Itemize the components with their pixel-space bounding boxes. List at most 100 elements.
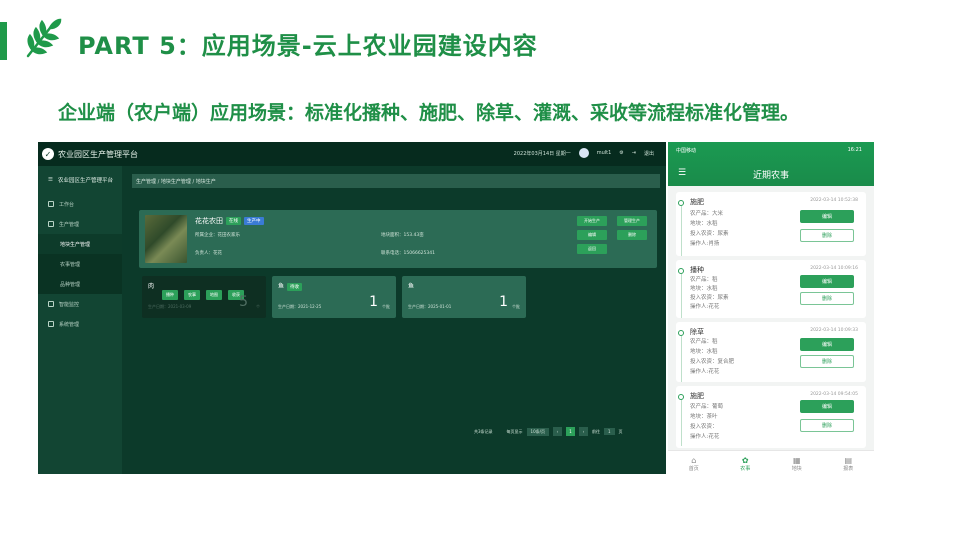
delete-button[interactable]: 删除 [800,355,854,368]
sidebar-item-production[interactable]: 生产管理 [38,214,122,234]
desktop-header: ✓ 农业园区生产管理平台 2022年03月14日 星期一 mult1 ⚙ ⇥ 退… [38,142,666,166]
per-page-label: 每页显示 [506,428,523,434]
crop-title: 鱼 [408,283,415,290]
sidebar-item-system[interactable]: 系统管理 [38,314,122,334]
record-operator: 操作人:花花 [690,369,720,375]
user-icon [48,321,54,327]
bottom-nav: ⌂ 首页 ✿ 农事 ▦ 地块 ▤ 报表 [668,450,874,476]
delete-button[interactable]: 删除 [617,230,647,240]
record-input: 投入农资： [690,424,718,430]
crop-card[interactable]: 鱼 生产日期：2025-01-01 1 个批 [402,276,526,318]
delete-button[interactable]: 删除 [800,229,854,242]
farming-record: 播种 2022-03-14 10:09:16 农产品：稻 地块：水稻 投入农资：… [676,260,866,318]
workbench-icon [48,201,54,207]
crop-date: 生产日期：2021-03-09 [148,304,192,309]
farm-card: 花花农田 在线 生产中 所属企业：花田农家乐 地块面积：153.43亩 负责人：花花… [139,210,657,268]
username[interactable]: mult1 [597,150,612,156]
crop-title: 鱼 [278,283,285,290]
record-name: 播种 [690,266,704,274]
sidebar-item-variety[interactable]: 品种管理 [38,274,122,294]
crop-title: 肉 [148,283,155,290]
sidebar-item-plot-production[interactable]: 地块生产管理 [38,234,122,254]
edit-button[interactable]: 编辑 [800,338,854,351]
nav-plot[interactable]: ▦ 地块 [792,456,802,472]
record-time: 2022-03-14 09:54:05 [810,392,858,397]
per-page-select[interactable]: 10条/页 [526,427,549,436]
grid-icon: ▦ [792,455,801,465]
record-name: 施肥 [690,198,704,206]
platform-logo-icon: ✓ [42,148,54,160]
breadcrumb: 生产管理 / 地块生产管理 / 地块生产 [132,174,660,188]
sidebar: ☰ 农业园区生产管理平台 工作台 生产管理 地块生产管理 农事管理 品种管理 智能… [38,166,122,474]
record-input: 投入农资：尿素 [690,295,729,301]
map-button[interactable]: 地图 [206,290,222,300]
nav-farming[interactable]: ✿ 农事 [740,456,750,472]
record-crop: 农产品：大米 [690,211,724,217]
avatar[interactable] [578,148,589,158]
goto-input[interactable]: 1 [603,428,615,435]
pagination: 共3条记录 每页显示 10条/页 ‹ 1 › 前往 1 页 [474,427,623,436]
edit-button[interactable]: 编辑 [577,230,607,240]
record-name: 除草 [690,328,704,336]
status-bar: 中国移动 16:21 [676,147,862,154]
crop-count: 5 [239,294,248,310]
farm-image [145,215,187,263]
record-name: 施肥 [690,392,704,400]
sidebar-item-farming[interactable]: 农事管理 [38,254,122,274]
crop-unit: 个 [256,304,260,309]
accent-bar [0,22,7,60]
farming-record: 除草 2022-03-14 10:09:33 农产品：稻 地块：水稻 投入农资：… [676,322,866,382]
production-badge: 生产中 [244,217,264,225]
manage-production-button[interactable]: 管理生产 [617,216,647,226]
nav-home[interactable]: ⌂ 首页 [689,456,699,472]
sidebar-item-monitor[interactable]: 智能监控 [38,294,122,314]
page-suffix: 页 [618,428,623,434]
total-records: 共3条记录 [474,428,493,434]
logout-link[interactable]: 退出 [644,150,654,157]
main-content: 生产管理 / 地块生产管理 / 地块生产 花花农田 在线 生产中 所属企业：花田农家… [132,174,660,468]
delete-button[interactable]: 删除 [800,419,854,432]
record-crop: 农产品：稻 [690,277,718,283]
slide-subtitle: 企业端（农户端）应用场景：标准化播种、施肥、除草、灌溉、采收等流程标准化管理。 [58,102,800,124]
crop-card[interactable]: 肉 播种 农事 地图 收获 生产日期：2021-03-09 5 个 [142,276,266,318]
start-production-button[interactable]: 开始生产 [577,216,607,226]
page-number[interactable]: 1 [565,427,575,436]
farm-phone: 联系电话：15066625341 [381,251,435,256]
crop-card[interactable]: 鱼待收 生产日期：2021-12-25 1 个批 [272,276,396,318]
record-plot: 地块：茶叶 [690,414,718,420]
edit-button[interactable]: 编辑 [800,400,854,413]
nav-report[interactable]: ▤ 报表 [843,456,853,472]
edit-button[interactable]: 编辑 [800,275,854,288]
sow-button[interactable]: 播种 [162,290,178,300]
settings-icon[interactable]: ⚙ [619,150,623,156]
phone-title: 近期农事 [752,171,789,181]
crop-tag: 待收 [287,282,303,291]
record-time: 2022-03-14 10:09:16 [810,266,858,271]
farm-manager: 负责人：花花 [195,251,222,256]
record-plot: 地块：水稻 [690,286,718,292]
farming-record: 施肥 2022-03-14 10:52:38 农产品：大米 地块：水稻 投入农资… [676,192,866,256]
timeline-line [680,400,682,446]
wheat-logo-icon [26,18,62,58]
edit-button[interactable]: 编辑 [800,210,854,223]
tractor-icon: ✿ [741,455,749,465]
record-time: 2022-03-14 10:52:38 [810,198,858,203]
prev-page-button[interactable]: ‹ [552,427,562,436]
back-button[interactable]: 返回 [577,244,607,254]
sidebar-item-workbench[interactable]: 工作台 [38,194,122,214]
record-plot: 地块：水稻 [690,349,718,355]
timeline-line [680,274,682,318]
next-page-button[interactable]: › [578,427,588,436]
farming-button[interactable]: 农事 [184,290,200,300]
record-operator: 操作人:肖扬 [690,241,720,247]
delete-button[interactable]: 删除 [800,292,854,305]
logout-icon[interactable]: ⇥ [632,150,636,156]
report-icon: ▤ [844,455,853,465]
timeline-line [680,336,682,382]
flag-icon [48,301,54,307]
record-input: 投入农资：复合肥 [690,359,735,365]
record-time: 2022-03-14 10:09:33 [810,328,858,333]
slide-title: PART 5：应用场景-云上农业园建设内容 [78,32,538,60]
timeline-line [680,206,682,256]
menu-icon[interactable]: ☰ [48,177,53,183]
